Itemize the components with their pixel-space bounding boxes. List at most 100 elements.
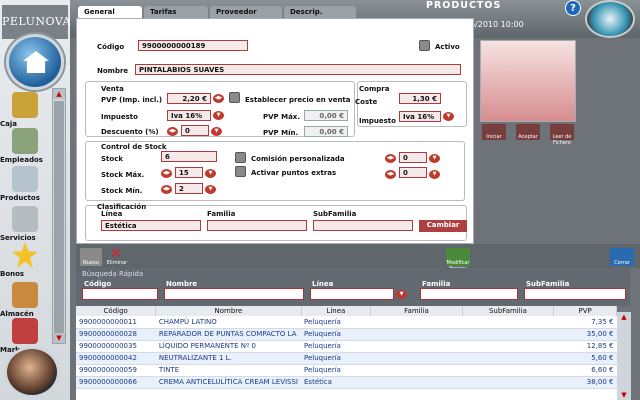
pvp-max-field[interactable]: 0,00 € (304, 110, 348, 121)
chevron-down-icon[interactable]: ▼ (443, 112, 454, 121)
qs-nombre-input[interactable] (164, 288, 304, 300)
sidebar-item-bonos[interactable]: Bonos (0, 242, 50, 282)
aceptar-button[interactable]: Aceptar (516, 124, 540, 140)
chevron-down-icon[interactable]: ▼ (429, 170, 440, 179)
table-cell: 9900000000011 (76, 316, 156, 329)
col-nombre[interactable]: Nombre (155, 306, 302, 316)
cambiar-button[interactable]: Cambiar (419, 220, 467, 232)
descuento-stepper-icon[interactable]: ◀▶ (167, 127, 178, 136)
activo-checkbox[interactable] (419, 40, 430, 51)
impuesto-venta-label: Impuesto (101, 113, 138, 121)
stock-max-stepper-icon[interactable]: ◀▶ (161, 169, 172, 178)
table-cell: 7,35 € (553, 316, 617, 329)
descuento-field[interactable]: 0 (181, 125, 209, 136)
table-row[interactable]: 9900000000059 TINTE Peluquería 6,60 € (76, 364, 617, 377)
pvp-min-field[interactable]: 0,00 € (304, 126, 348, 137)
chevron-down-icon[interactable]: ▼ (396, 290, 407, 299)
pvp-stepper-icon[interactable]: ◀▶ (213, 94, 224, 103)
table-row[interactable]: 9900000000028 REPARADOR DE PUNTAS COMPACT… (76, 328, 617, 341)
codigo-field[interactable]: 9900000000189 (138, 40, 248, 51)
table-row[interactable]: 9900000000011 CHAMPÚ LATINO Peluquería 7,35… (76, 316, 617, 329)
cerrar-button[interactable]: Cerrar (610, 248, 634, 266)
qs-linea-select[interactable] (310, 288, 394, 300)
employees-icon (12, 128, 38, 154)
tab-descrip[interactable]: Descrip. (284, 6, 356, 18)
chevron-down-icon[interactable]: ▼ (205, 185, 216, 194)
establecer-precio-checkbox[interactable] (229, 92, 240, 103)
familia-field[interactable] (207, 220, 307, 231)
product-photo (480, 40, 576, 122)
comision-field[interactable]: 0 (399, 152, 427, 163)
table-row[interactable]: 9900000000066 CREMA ANTICELULÍTICA CREAM … (76, 376, 617, 389)
impuesto-compra-select[interactable]: Iva 16% (399, 111, 441, 122)
col-subfamilia[interactable]: SubFamilia (462, 306, 555, 316)
col-familia[interactable]: Familia (370, 306, 463, 316)
table-cell: Peluquería (301, 316, 371, 329)
col-pvp[interactable]: PVP (553, 306, 617, 316)
table-cell: Peluquería (301, 328, 371, 341)
scroll-up-icon[interactable]: ▲ (53, 89, 65, 99)
stock-max-field[interactable]: 15 (175, 167, 203, 178)
comision-label: Comisión personalizada (251, 155, 345, 163)
qs-familia-input[interactable] (420, 288, 518, 300)
tab-general[interactable]: General (78, 6, 142, 18)
chevron-down-icon[interactable]: ▼ (211, 127, 222, 136)
table-cell (462, 352, 554, 365)
scroll-down-icon[interactable]: ▼ (53, 333, 65, 343)
chevron-down-icon[interactable]: ▼ (213, 111, 224, 120)
sidebar-item-almacen[interactable]: Almacén (0, 282, 50, 322)
qs-codigo-input[interactable] (82, 288, 158, 300)
table-row[interactable]: 9900000000042 NEUTRALIZANTE 1 L. Peluquerí… (76, 352, 617, 365)
subfamilia-field[interactable] (313, 220, 413, 231)
app-menu-button[interactable] (585, 0, 635, 38)
puntos-stepper-icon[interactable]: ◀▶ (385, 170, 396, 179)
scroll-up-icon[interactable]: ▲ (618, 312, 630, 322)
stock-min-stepper-icon[interactable]: ◀▶ (161, 185, 172, 194)
user-avatar[interactable] (4, 346, 60, 398)
sidebar-item-label: Almacén (0, 310, 34, 318)
pvp-field[interactable]: 2,20 € (167, 93, 211, 104)
tab-tarifas[interactable]: Tarifas (144, 6, 208, 18)
descuento-label: Descuento (%) (101, 128, 159, 136)
puntos-checkbox[interactable] (235, 166, 246, 177)
sidebar-item-productos[interactable]: Productos (0, 166, 50, 206)
leer-fichero-button[interactable]: Leer de Fichero (550, 124, 574, 146)
warehouse-icon (12, 282, 38, 308)
nuevo-button[interactable]: Nuevo (80, 248, 102, 266)
help-button[interactable]: ? (565, 0, 581, 16)
chevron-down-icon[interactable]: ▼ (429, 154, 440, 163)
modificar-precios-button[interactable]: Modificar Precios (446, 248, 470, 272)
qs-subfamilia-input[interactable] (524, 288, 626, 300)
sidebar-item-servicios[interactable]: Servicios (0, 206, 50, 246)
stock-min-field[interactable]: 2 (175, 183, 203, 194)
scroll-down-icon[interactable]: ▼ (618, 390, 630, 400)
col-linea[interactable]: Línea (301, 306, 372, 316)
sidebar-scrollbar[interactable]: ▲ ▼ (52, 88, 66, 344)
eliminar-button[interactable]: ✕ Eliminar (106, 246, 128, 266)
table-scrollbar[interactable]: ▲ ▼ (617, 312, 631, 400)
establecer-precio-label: Establecer precio en venta (245, 96, 351, 104)
table-row[interactable]: 9900000000035 LÍQUIDO PERMANENTE Nº 0 Pelu… (76, 340, 617, 353)
scroll-thumb[interactable] (54, 101, 64, 333)
col-codigo[interactable]: Código (76, 306, 157, 316)
chevron-down-icon[interactable]: ▼ (205, 169, 216, 178)
iniciar-button[interactable]: Iniciar (482, 124, 506, 140)
nombre-field[interactable]: PINTALABIOS SUAVES (135, 64, 461, 75)
home-button[interactable] (6, 34, 64, 90)
comision-checkbox[interactable] (235, 152, 246, 163)
comision-stepper-icon[interactable]: ◀▶ (385, 154, 396, 163)
familia-label: Familia (207, 210, 236, 218)
qs-subfamilia-label: SubFamilia (526, 280, 570, 288)
sidebar-item-empleados[interactable]: Empleados (0, 128, 50, 168)
puntos-field[interactable]: 0 (399, 167, 427, 178)
table-cell: REPARADOR DE PUNTAS COMPACTO LA (155, 328, 301, 341)
stock-header: Control de Stock (101, 143, 167, 151)
coste-field[interactable]: 1,30 € (399, 93, 441, 104)
stock-field[interactable]: 6 (161, 151, 217, 162)
linea-field[interactable]: Estética (101, 220, 201, 231)
subfamilia-label: SubFamilia (313, 210, 357, 218)
coste-label: Coste (355, 98, 378, 106)
tab-proveedor[interactable]: Proveedor (210, 6, 282, 18)
sidebar-item-caja[interactable]: Caja (0, 92, 50, 132)
impuesto-venta-select[interactable]: Iva 16% (167, 110, 211, 121)
